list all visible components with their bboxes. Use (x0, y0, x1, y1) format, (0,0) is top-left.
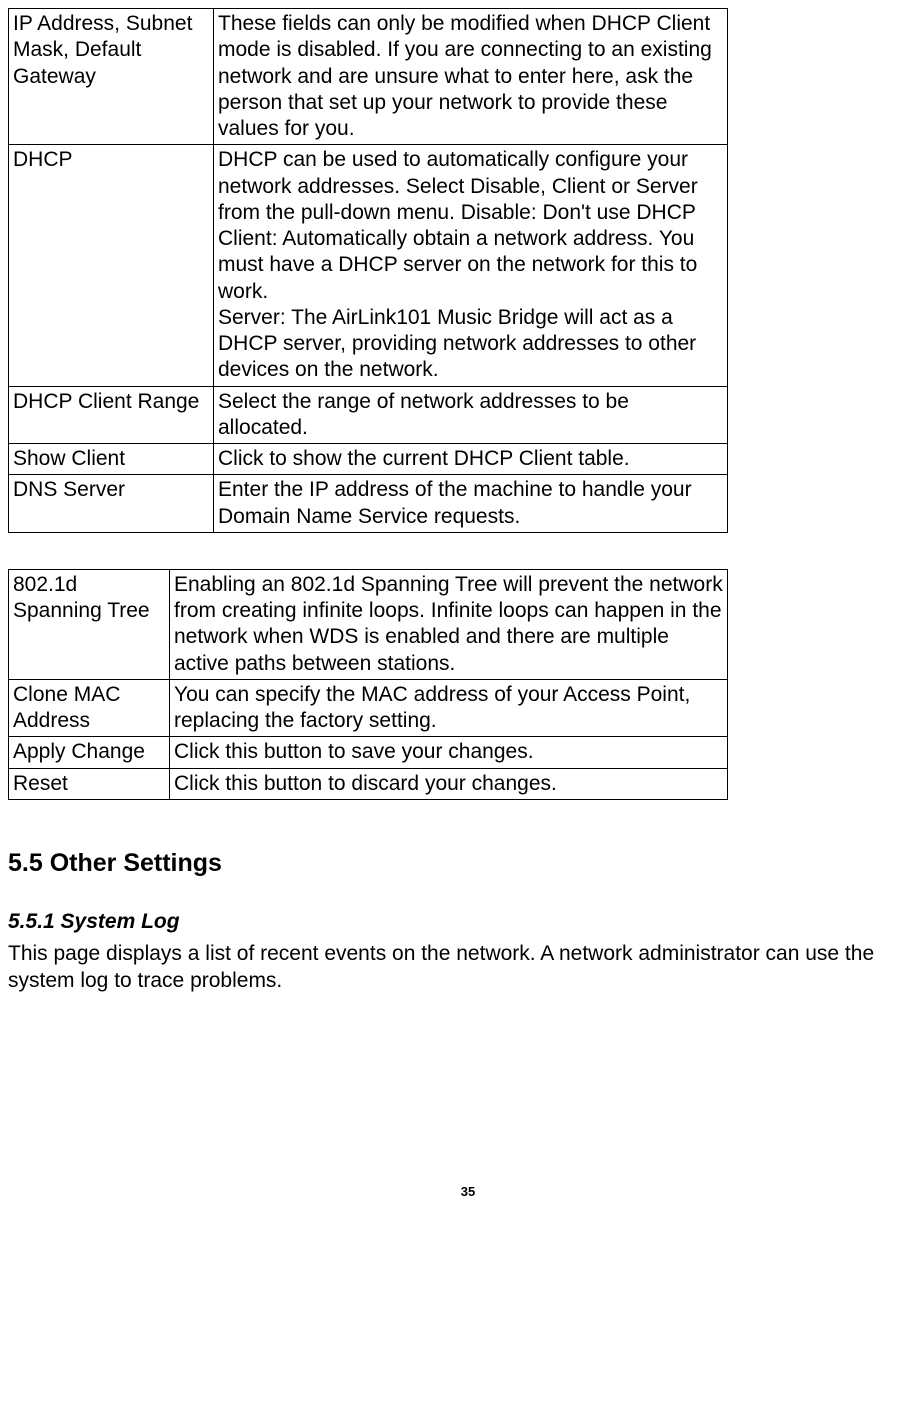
section-heading-5-5-1: 5.5.1 System Log (8, 909, 920, 935)
row-label: Clone MAC Address (9, 679, 170, 737)
row-label: DHCP Client Range (9, 386, 214, 444)
table-row: Reset Click this button to discard your … (9, 768, 728, 799)
row-desc: DHCP can be used to automatically config… (214, 145, 728, 386)
table-row: DNS Server Enter the IP address of the m… (9, 475, 728, 533)
section-paragraph-5-5-1: This page displays a list of recent even… (8, 941, 920, 994)
row-desc: Click this button to discard your change… (170, 768, 728, 799)
settings-table-1: IP Address, Subnet Mask, Default Gateway… (8, 8, 728, 533)
row-label: Show Client (9, 444, 214, 475)
table-row: Show Client Click to show the current DH… (9, 444, 728, 475)
table-row: 802.1d Spanning Tree Enabling an 802.1d … (9, 569, 728, 679)
section-heading-5-5: 5.5 Other Settings (8, 848, 920, 879)
table-row: DHCP Client Range Select the range of ne… (9, 386, 728, 444)
settings-table-2: 802.1d Spanning Tree Enabling an 802.1d … (8, 569, 728, 800)
table-row: Apply Change Click this button to save y… (9, 737, 728, 768)
table-row: DHCP DHCP can be used to automatically c… (9, 145, 728, 386)
row-label: DNS Server (9, 475, 214, 533)
row-desc: You can specify the MAC address of your … (170, 679, 728, 737)
row-desc: These fields can only be modified when D… (214, 9, 728, 145)
row-desc: Click this button to save your changes. (170, 737, 728, 768)
page-number: 35 (8, 1184, 920, 1200)
row-label: IP Address, Subnet Mask, Default Gateway (9, 9, 214, 145)
table-row: IP Address, Subnet Mask, Default Gateway… (9, 9, 728, 145)
row-desc: Click to show the current DHCP Client ta… (214, 444, 728, 475)
row-desc: Enter the IP address of the machine to h… (214, 475, 728, 533)
row-label: 802.1d Spanning Tree (9, 569, 170, 679)
row-label: DHCP (9, 145, 214, 386)
table-row: Clone MAC Address You can specify the MA… (9, 679, 728, 737)
row-label: Reset (9, 768, 170, 799)
row-label: Apply Change (9, 737, 170, 768)
row-desc: Select the range of network addresses to… (214, 386, 728, 444)
row-desc: Enabling an 802.1d Spanning Tree will pr… (170, 569, 728, 679)
